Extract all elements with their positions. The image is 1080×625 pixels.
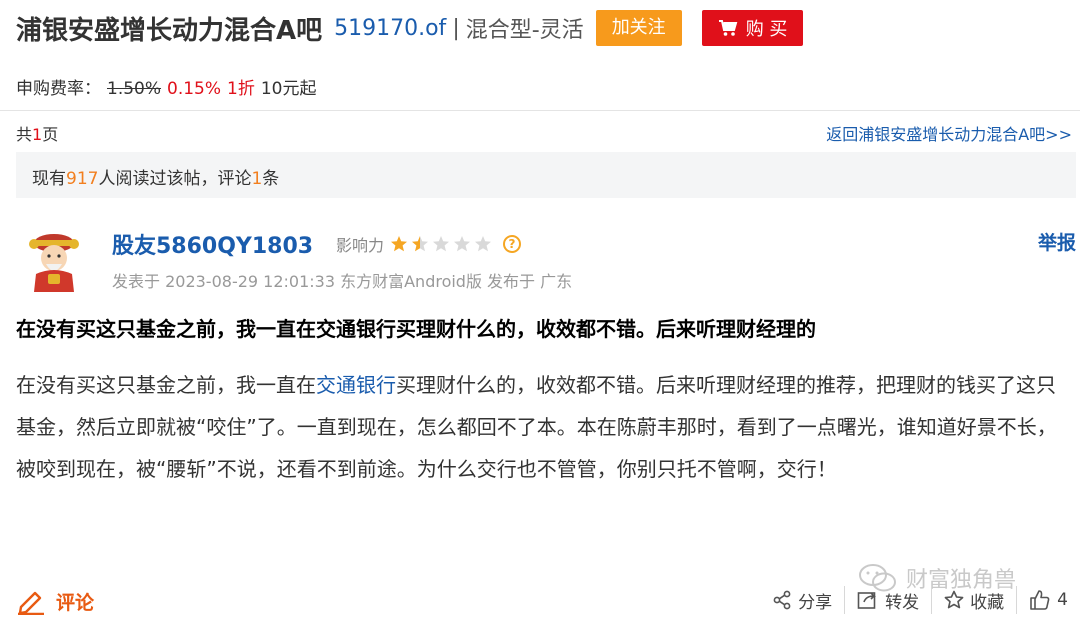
back-to-bar-link[interactable]: 返回浦银安盛增长动力混合A吧>> <box>826 121 1072 145</box>
comment-button[interactable]: 评论 <box>16 588 94 615</box>
stats-suffix: 条 <box>262 169 280 189</box>
cart-icon <box>718 20 738 36</box>
fee-original: 1.50% <box>107 79 162 99</box>
post-title: 在没有买这只基金之前，我一直在交通银行买理财什么的，收效都不错。后来听理财经理的 <box>16 317 816 341</box>
stats-prefix: 现有 <box>32 169 66 189</box>
bank-link[interactable]: 交通银行 <box>316 373 396 397</box>
read-stats: 现有917人阅读过该帖，评论1条 <box>16 152 1076 198</box>
fee-minimum: 10元起 <box>260 79 317 99</box>
forward-button[interactable]: 转发 <box>857 588 919 613</box>
share-button[interactable]: 分享 <box>772 588 832 613</box>
reader-count: 917 <box>66 169 99 189</box>
star-outline-icon <box>944 590 964 609</box>
influence-rating: 影响力 ? <box>336 232 522 256</box>
star-full-icon <box>391 236 408 252</box>
post-body-text-start: 在没有买这只基金之前，我一直在 <box>16 373 316 397</box>
page-count-prefix: 共 <box>16 125 33 144</box>
post-actions: 分享 转发 收藏 4 <box>772 586 1068 614</box>
pagination-bar: 共1页 返回浦银安盛增长动力混合A吧>> <box>0 110 1080 150</box>
fee-label: 申购费率： <box>16 79 101 99</box>
action-divider <box>931 586 933 614</box>
pencil-icon <box>18 591 44 615</box>
influence-label: 影响力 <box>336 236 385 255</box>
post-meta: 发表于 2023-08-29 12:01:33 东方财富Android版 发布于… <box>112 272 573 291</box>
share-icon <box>773 590 791 610</box>
forward-label: 转发 <box>885 592 920 613</box>
purchase-fee: 申购费率： 1.50% 0.15% 1折 10元起 <box>16 74 317 99</box>
thumbs-up-icon <box>1030 590 1050 610</box>
star-empty-icon <box>433 236 450 252</box>
star-empty-icon <box>454 236 471 252</box>
fund-code-link[interactable]: 519170.of <box>334 16 446 41</box>
fund-type: 混合型-灵活 <box>465 18 584 43</box>
star-half-icon <box>412 236 429 252</box>
like-count: 4 <box>1057 590 1068 610</box>
fund-header: 浦银安盛增长动力混合A吧 519170.of | 混合型-灵活 加关注 购 买 <box>16 8 804 48</box>
action-divider <box>844 586 846 614</box>
avatar[interactable] <box>22 228 86 292</box>
favorite-label: 收藏 <box>970 592 1005 613</box>
page-count: 共1页 <box>16 121 58 145</box>
fee-current: 0.15% <box>167 79 222 99</box>
stats-middle: 人阅读过该帖，评论 <box>98 169 252 189</box>
follow-button[interactable]: 加关注 <box>595 10 682 46</box>
help-icon[interactable]: ? <box>503 235 522 253</box>
star-empty-icon <box>475 236 492 252</box>
comment-label: 评论 <box>56 592 95 614</box>
influence-stars <box>390 235 495 253</box>
post-body: 在没有买这只基金之前，我一直在交通银行买理财什么的，收效都不错。后来听理财经理的… <box>16 364 1066 490</box>
share-label: 分享 <box>798 592 833 613</box>
buy-label: 购 买 <box>745 19 788 40</box>
buy-button[interactable]: 购 买 <box>701 10 804 46</box>
like-button[interactable]: 4 <box>1029 589 1068 611</box>
forward-icon <box>857 592 877 609</box>
page-count-suffix: 页 <box>42 125 59 144</box>
fee-discount: 1折 <box>227 79 255 99</box>
report-link[interactable]: 举报 <box>1038 228 1076 255</box>
header-separator: | <box>452 15 460 41</box>
favorite-button[interactable]: 收藏 <box>944 588 1004 613</box>
comment-count: 1 <box>251 169 263 189</box>
page-count-number: 1 <box>32 125 43 144</box>
bar-title[interactable]: 浦银安盛增长动力混合A吧 <box>16 10 322 47</box>
action-divider <box>1016 586 1018 614</box>
fortune-god-avatar-icon <box>29 234 79 292</box>
username-link[interactable]: 股友5860QY1803 <box>112 228 313 260</box>
